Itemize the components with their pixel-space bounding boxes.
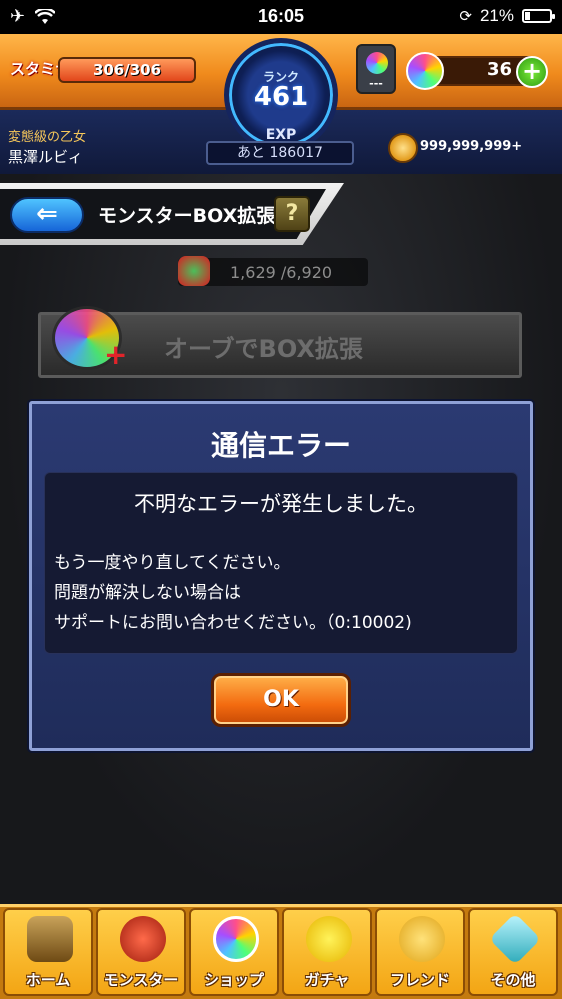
box-count: 1,629 /6,920 [230, 263, 333, 282]
home-icon [27, 916, 73, 962]
orb-icon [406, 52, 444, 90]
buy-orb-button[interactable]: + [516, 56, 548, 88]
orb-stock-value: --- [369, 77, 383, 90]
status-bar: ✈ 16:05 ⟳ 21% [0, 0, 562, 34]
orb-count: 36 [486, 59, 512, 80]
nav-shop[interactable]: ショップ [189, 908, 279, 996]
gacha-egg-icon [306, 916, 352, 962]
orb-stock-button[interactable]: --- [356, 44, 396, 94]
help-button[interactable]: ? [274, 196, 310, 232]
rotation-lock-icon: ⟳ [459, 8, 472, 25]
coin-value: 999,999,999+ [420, 139, 523, 154]
ok-button[interactable]: OK [211, 673, 351, 727]
back-button[interactable]: ⇐ [10, 197, 84, 233]
orb-mini-icon [366, 52, 388, 74]
exp-remaining: あと 186017 [206, 141, 354, 165]
nav-label: モンスター [103, 971, 179, 989]
nav-friend[interactable]: フレンド [375, 908, 465, 996]
nav-label: ガチャ [304, 971, 350, 989]
friend-icon [399, 916, 445, 962]
player-title: 変態級の乙女 [8, 130, 87, 145]
stamina-bar[interactable]: 306/306 [58, 57, 196, 83]
nav-gacha[interactable]: ガチャ [282, 908, 372, 996]
nav-monster[interactable]: モンスター [96, 908, 186, 996]
battery-percent: 21% [479, 6, 514, 25]
rank-value: 461 [253, 82, 309, 112]
monster-icon [120, 916, 166, 962]
dialog-line: サポートにお問い合わせください。（0:10002) [54, 613, 412, 633]
battery-icon [522, 9, 555, 23]
nav-home[interactable]: ホーム [3, 908, 93, 996]
nav-other[interactable]: その他 [468, 908, 558, 996]
plus-icon: + [104, 338, 128, 371]
monster-box-icon [178, 256, 210, 286]
nav-label: ショップ [203, 971, 264, 989]
coin-icon [388, 133, 418, 163]
stamina-value: 306/306 [92, 61, 162, 79]
nav-label: その他 [490, 971, 536, 989]
dialog-title: 通信エラー [210, 429, 351, 462]
screen-title: モンスターBOX拡張 [98, 205, 276, 227]
dialog-line: 問題が解決しない場合は [54, 583, 241, 603]
player-name: 黒澤ルビィ [8, 148, 83, 166]
other-icon [488, 912, 542, 966]
nav-label: ホーム [25, 971, 71, 989]
expand-box-label: オーブでBOX拡張 [164, 335, 363, 363]
nav-label: フレンド [389, 971, 450, 989]
dialog-line: もう一度やり直してください。 [54, 553, 291, 573]
dialog-message: 不明なエラーが発生しました。 [134, 492, 428, 516]
shop-orb-icon [213, 916, 259, 962]
